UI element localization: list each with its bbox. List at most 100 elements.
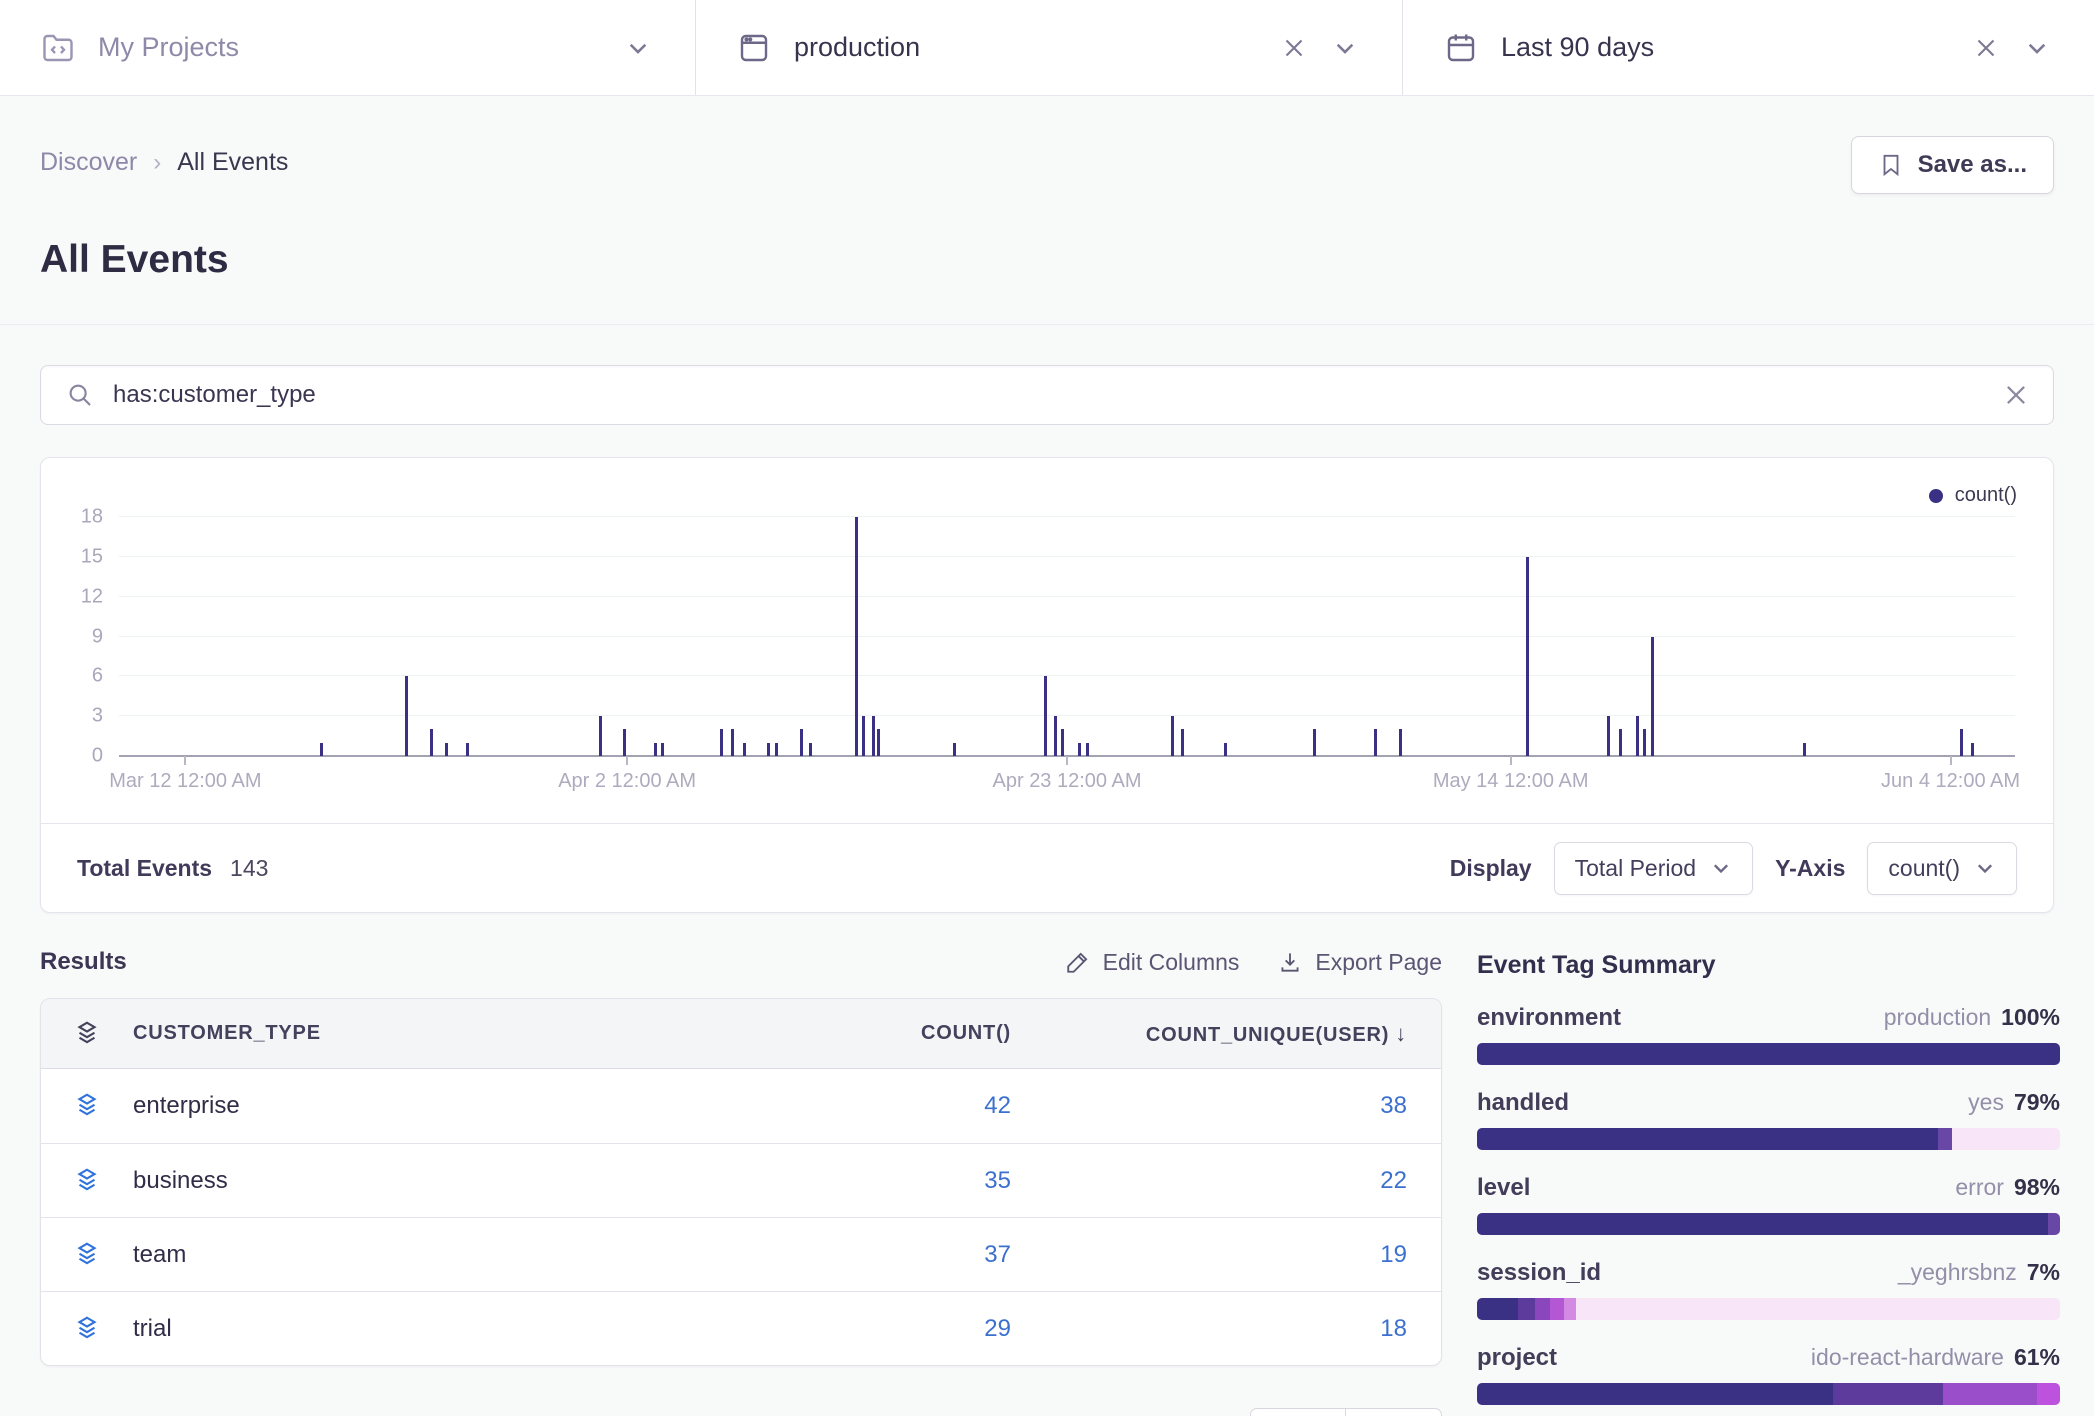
tag-bar-segment [2037, 1383, 2060, 1405]
x-axis-tick [1510, 756, 1512, 765]
y-axis-tick-label: 3 [53, 705, 103, 728]
count-bar [862, 716, 865, 756]
search-input[interactable] [113, 381, 2003, 409]
customer-type-cell: business [133, 1167, 711, 1195]
chevron-down-icon[interactable] [625, 35, 651, 61]
edit-columns-label: Edit Columns [1103, 949, 1240, 976]
next-page-button[interactable]: › [1346, 1408, 1442, 1416]
clear-date-range-icon[interactable] [1974, 36, 1998, 60]
customer-type-cell: enterprise [133, 1092, 711, 1120]
column-header-count-unique[interactable]: COUNT_UNIQUE(USER)↓ [1011, 1021, 1441, 1047]
tag-summary-row: environmentproduction100% [1477, 1004, 2060, 1065]
count-bar [1044, 676, 1047, 756]
tag-bar-segment [1477, 1383, 1833, 1405]
events-chart: count() 0369121518Mar 12 12:00 AMApr 2 1… [41, 458, 2053, 824]
x-axis-tick-label: Mar 12 12:00 AM [109, 770, 261, 793]
count-bar [743, 743, 746, 756]
x-axis-tick-label: Apr 2 12:00 AM [558, 770, 696, 793]
previous-page-button[interactable]: ‹ [1250, 1408, 1346, 1416]
environment-selector[interactable]: production [695, 0, 1402, 95]
gridline [119, 675, 2015, 676]
edit-columns-button[interactable]: Edit Columns [1065, 949, 1240, 976]
tag-summary-row: session_id_yeghrsbnz7% [1477, 1259, 2060, 1320]
chevron-down-icon [1974, 857, 1996, 879]
tag-bar-segment [1943, 1383, 2036, 1405]
tag-percent: 7% [2027, 1259, 2060, 1286]
x-axis-tick [626, 756, 628, 765]
yaxis-dropdown-value: count() [1888, 855, 1960, 882]
calendar-icon [1443, 30, 1479, 66]
gridline [119, 516, 2015, 517]
top-navigation-bar: My Projects production [0, 0, 2094, 96]
count-unique-cell-link[interactable]: 22 [1011, 1167, 1441, 1195]
project-selector[interactable]: My Projects [0, 0, 695, 95]
y-axis-tick-label: 12 [53, 585, 103, 608]
y-axis-tick-label: 6 [53, 665, 103, 688]
results-section: Results Edit Columns Export Page [40, 948, 1442, 1366]
stack-icon[interactable] [72, 1166, 102, 1196]
window-icon [736, 30, 772, 66]
display-dropdown[interactable]: Total Period [1554, 842, 1753, 895]
count-cell-link[interactable]: 42 [711, 1092, 1011, 1120]
count-unique-cell-link[interactable]: 38 [1011, 1092, 1441, 1120]
tag-distribution-bar[interactable] [1477, 1383, 2060, 1405]
chevron-down-icon[interactable] [2024, 35, 2050, 61]
x-axis-tick-label: May 14 12:00 AM [1433, 770, 1589, 793]
gridline [119, 715, 2015, 716]
app-window: My Projects production [0, 0, 2094, 1416]
tag-top-value: error [1955, 1174, 2004, 1201]
count-bar [430, 729, 433, 756]
save-as-label: Save as... [1918, 151, 2027, 179]
count-bar [1224, 743, 1227, 756]
tag-rows: environmentproduction100%handledyes79%le… [1477, 1004, 2060, 1405]
tag-distribution-bar[interactable] [1477, 1128, 2060, 1150]
date-range-selector[interactable]: Last 90 days [1402, 0, 2094, 95]
chevron-down-icon [1710, 857, 1732, 879]
count-cell-link[interactable]: 29 [711, 1315, 1011, 1343]
tag-bar-segment [1535, 1298, 1550, 1320]
save-as-button[interactable]: Save as... [1851, 136, 2054, 194]
column-header-count[interactable]: COUNT() [711, 1022, 1011, 1045]
count-bar [623, 729, 626, 756]
table-row: enterprise4238 [41, 1069, 1441, 1143]
stack-icon[interactable] [72, 1019, 102, 1049]
table-row: trial2918 [41, 1291, 1441, 1365]
count-cell-link[interactable]: 37 [711, 1241, 1011, 1269]
count-cell-link[interactable]: 35 [711, 1167, 1011, 1195]
count-bar [599, 716, 602, 756]
count-bar [1619, 729, 1622, 756]
legend-label: count() [1955, 484, 2017, 507]
x-axis-tick-label: Jun 4 12:00 AM [1881, 770, 2020, 793]
tag-name: project [1477, 1344, 1557, 1372]
tag-distribution-bar[interactable] [1477, 1043, 2060, 1065]
customer-type-cell: trial [133, 1315, 711, 1343]
tag-bar-segment [1833, 1383, 1944, 1405]
tag-distribution-bar[interactable] [1477, 1298, 2060, 1320]
tag-bar-segment [1564, 1298, 1576, 1320]
tag-top-value: yes [1968, 1089, 2004, 1116]
count-unique-cell-link[interactable]: 19 [1011, 1241, 1441, 1269]
tag-distribution-bar[interactable] [1477, 1213, 2060, 1235]
stack-icon[interactable] [72, 1091, 102, 1121]
stack-icon[interactable] [72, 1314, 102, 1344]
export-page-button[interactable]: Export Page [1277, 949, 1442, 976]
count-bar [1171, 716, 1174, 756]
search-clear-icon[interactable] [2003, 382, 2029, 408]
count-bar [953, 743, 956, 756]
tag-bar-segment [1477, 1043, 2060, 1065]
legend-count[interactable]: count() [1929, 484, 2017, 507]
breadcrumb-discover-link[interactable]: Discover [40, 148, 137, 177]
table-header-row: CUSTOMER_TYPE COUNT() COUNT_UNIQUE(USER)… [41, 999, 1441, 1069]
column-header-customer-type[interactable]: CUSTOMER_TYPE [133, 1022, 711, 1045]
yaxis-dropdown[interactable]: count() [1867, 842, 2017, 895]
clear-environment-icon[interactable] [1282, 36, 1306, 60]
count-bar [1526, 557, 1529, 756]
tag-bar-segment [1477, 1128, 1938, 1150]
chevron-down-icon[interactable] [1332, 35, 1358, 61]
bookmark-icon [1878, 152, 1904, 178]
download-icon [1277, 949, 1303, 975]
count-unique-cell-link[interactable]: 18 [1011, 1315, 1441, 1343]
stack-icon[interactable] [72, 1240, 102, 1270]
count-bar [1054, 716, 1057, 756]
tag-bar-segment [2048, 1213, 2060, 1235]
